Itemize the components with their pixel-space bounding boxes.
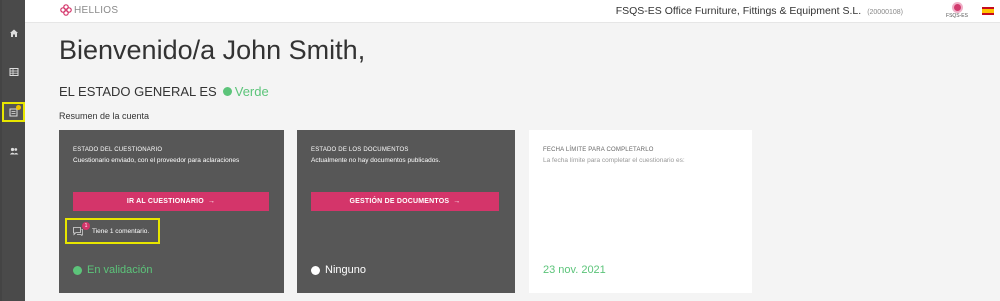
arrow-right-icon: →	[453, 198, 461, 205]
manage-documents-button[interactable]: GESTIÓN DE DOCUMENTOS →	[311, 192, 499, 211]
status-dot-icon	[222, 87, 232, 96]
card-description: Actualmente no hay documentos publicados…	[311, 157, 441, 164]
questionnaire-card: ESTADO DEL CUESTIONARIO Cuestionario env…	[59, 130, 284, 293]
company-name: FSQS-ES Office Furniture, Fittings & Equ…	[615, 5, 862, 17]
sidebar-item-home[interactable]	[2, 23, 25, 43]
green-dot-icon	[73, 265, 82, 275]
button-label: GESTIÓN DE DOCUMENTOS	[349, 198, 450, 205]
sidebar	[2, 0, 25, 301]
card-description: La fecha límite para completar el cuesti…	[543, 157, 685, 164]
questionnaire-status: En validación	[73, 264, 152, 276]
arrow-right-icon: →	[207, 198, 216, 205]
status-text: En validación	[87, 264, 153, 276]
home-icon	[9, 29, 18, 37]
go-to-questionnaire-button[interactable]: IR AL CUESTIONARIO →	[73, 192, 269, 211]
status-label: EL ESTADO GENERAL ES	[59, 84, 217, 99]
card-description: Cuestionario enviado, con el proveedor p…	[73, 157, 240, 164]
status-text: Ninguno	[325, 264, 366, 276]
users-icon	[9, 147, 18, 155]
company-info: FSQS-ES Office Furniture, Fittings & Equ…	[25, 5, 903, 17]
white-dot-icon	[311, 265, 320, 275]
org-badge[interactable]: FSQS-ES	[942, 2, 972, 20]
comments-link[interactable]: 1 Tiene 1 comentario.	[65, 218, 160, 244]
comment-text: Tiene 1 comentario.	[92, 227, 150, 235]
top-bar: HELLIOS FSQS-ES Office Furniture, Fittin…	[25, 0, 1000, 23]
card-title: ESTADO DE LOS DOCUMENTOS	[311, 147, 409, 153]
table-icon	[9, 68, 18, 76]
card-title: ESTADO DEL CUESTIONARIO	[73, 147, 163, 153]
welcome-heading: Bienvenido/a John Smith,	[59, 35, 366, 65]
documents-card: ESTADO DE LOS DOCUMENTOS Actualmente no …	[297, 130, 515, 293]
button-label: IR AL CUESTIONARIO	[126, 198, 204, 205]
spain-flag-icon[interactable]	[982, 7, 994, 15]
status-value: Verde	[234, 84, 269, 99]
org-logo-icon	[951, 2, 963, 13]
company-id: (20000108)	[867, 9, 903, 16]
deadline-date: 23 nov. 2021	[543, 264, 606, 276]
org-badge-label: FSQS-ES	[946, 13, 968, 19]
deadline-card: FECHA LÍMITE PARA COMPLETARLO La fecha l…	[529, 130, 752, 293]
sidebar-item-questionnaire[interactable]	[2, 102, 25, 122]
sidebar-item-users[interactable]	[2, 141, 25, 161]
summary-heading: Resumen de la cuenta	[59, 111, 150, 121]
comment-count-badge: 1	[82, 222, 90, 230]
sidebar-item-table[interactable]	[2, 62, 25, 82]
card-title: FECHA LÍMITE PARA COMPLETARLO	[543, 147, 654, 153]
documents-status: Ninguno	[311, 264, 366, 276]
overall-status: EL ESTADO GENERAL ES Verde	[59, 84, 269, 99]
notification-dot	[16, 105, 21, 110]
